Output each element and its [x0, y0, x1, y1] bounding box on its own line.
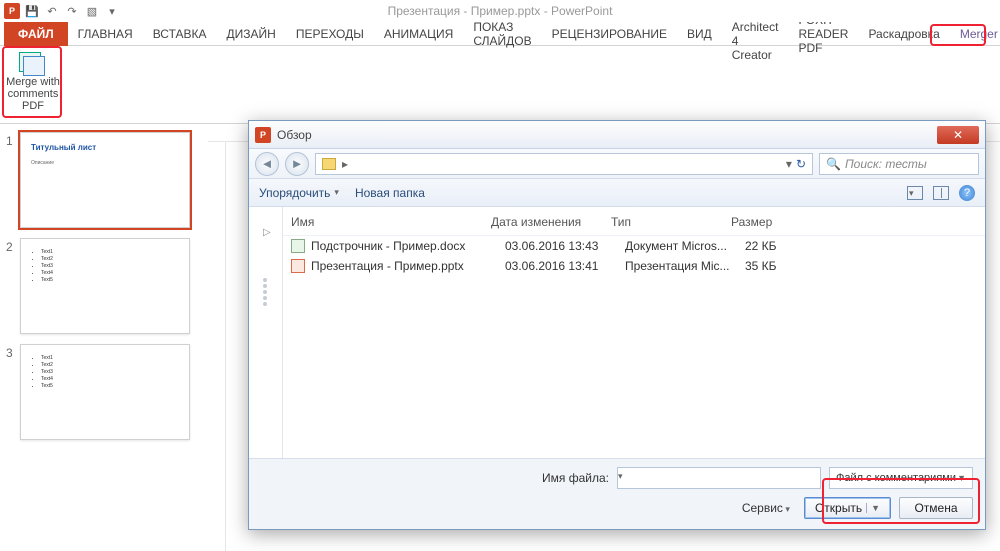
tools-dropdown[interactable]: Сервис [742, 501, 790, 515]
col-size[interactable]: Размер [731, 215, 811, 229]
file-name: Презентация - Пример.pptx [311, 259, 505, 273]
col-type[interactable]: Тип [611, 215, 731, 229]
dialog-titlebar[interactable]: P Обзор ✕ [249, 121, 985, 149]
ruler-vertical [208, 142, 226, 551]
tab-home[interactable]: ГЛАВНАЯ [68, 22, 143, 46]
slide-entry-3[interactable]: 3 Text1 Text2 Text3 Text4 Text5 [6, 344, 202, 440]
slide-thumbnails-pane[interactable]: 1 Титульный лист Описание 2 Text1 Text2 … [0, 124, 208, 551]
pptx-icon [291, 259, 305, 273]
search-placeholder: Поиск: тесты [845, 157, 927, 171]
start-slideshow-icon[interactable]: ▧ [84, 3, 100, 19]
dialog-nav-bar: ◄ ► ▸ ▾ ↻ 🔍 Поиск: тесты [249, 149, 985, 179]
dialog-title: Обзор [277, 128, 312, 142]
list-header[interactable]: Имя Дата изменения Тип Размер [283, 213, 985, 236]
merge-icon [17, 50, 49, 74]
file-date: 03.06.2016 13:43 [505, 239, 625, 253]
slide-thumb-2[interactable]: Text1 Text2 Text3 Text4 Text5 [20, 238, 190, 334]
docx-icon [291, 239, 305, 253]
tab-design[interactable]: ДИЗАЙН [217, 22, 286, 46]
open-button[interactable]: Открыть▼ [804, 497, 891, 519]
file-date: 03.06.2016 13:41 [505, 259, 625, 273]
title-bar: P 💾 ↶ ↷ ▧ ▾ Презентация - Пример.pptx - … [0, 0, 1000, 22]
organize-button[interactable]: Упорядочить [259, 186, 339, 200]
filename-label: Имя файла: [261, 471, 609, 485]
ribbon-tabs: ФАЙЛ ГЛАВНАЯ ВСТАВКА ДИЗАЙН ПЕРЕХОДЫ АНИ… [0, 22, 1000, 46]
slide-number: 3 [6, 344, 20, 440]
slide-number: 2 [6, 238, 20, 334]
cancel-button[interactable]: Отмена [899, 497, 973, 519]
slide1-title: Титульный лист [31, 143, 179, 152]
folder-icon [322, 158, 336, 170]
file-row[interactable]: Презентация - Пример.pptx 03.06.2016 13:… [283, 256, 985, 276]
refresh-icon[interactable]: ↻ [796, 157, 806, 171]
filename-input[interactable] [617, 467, 821, 489]
slide-thumb-1[interactable]: Титульный лист Описание [20, 132, 190, 228]
tab-insert[interactable]: ВСТАВКА [143, 22, 217, 46]
merge-label-2: comments [6, 88, 60, 100]
redo-icon[interactable]: ↷ [64, 3, 80, 19]
file-type: Презентация Mic... [625, 259, 745, 273]
help-icon[interactable]: ? [959, 185, 975, 201]
col-date[interactable]: Дата изменения [491, 215, 611, 229]
tab-pdf-architect[interactable]: PDF Architect 4 Creator [722, 22, 789, 46]
save-icon[interactable]: 💾 [24, 3, 40, 19]
tab-merger[interactable]: Merger [950, 22, 1000, 46]
tab-view[interactable]: ВИД [677, 22, 722, 46]
app-icon[interactable]: P [4, 3, 20, 19]
nav-tree[interactable]: ▷ [249, 207, 283, 458]
file-name: Подстрочник - Пример.docx [311, 239, 505, 253]
preview-pane-button[interactable] [933, 186, 949, 200]
qat-customize-icon[interactable]: ▾ [104, 3, 120, 19]
nav-forward-button[interactable]: ► [285, 152, 309, 176]
file-type: Документ Micros... [625, 239, 745, 253]
merge-with-comments-button[interactable]: Merge with comments PDF [6, 50, 60, 112]
slide-entry-2[interactable]: 2 Text1 Text2 Text3 Text4 Text5 [6, 238, 202, 334]
quick-access-toolbar: P 💾 ↶ ↷ ▧ ▾ [0, 3, 120, 19]
dialog-footer: Имя файла: Файл с комментариями (*.ppt ▼… [249, 458, 985, 529]
tab-review[interactable]: РЕЦЕНЗИРОВАНИЕ [542, 22, 677, 46]
pane-splitter[interactable] [263, 278, 269, 318]
file-type-filter[interactable]: Файл с комментариями (*.ppt ▼ [829, 467, 973, 489]
dialog-app-icon: P [255, 127, 271, 143]
address-bar[interactable]: ▸ ▾ ↻ [315, 153, 813, 175]
view-options-button[interactable] [907, 186, 923, 200]
slide-entry-1[interactable]: 1 Титульный лист Описание [6, 132, 202, 228]
col-name[interactable]: Имя [291, 215, 491, 229]
dialog-body: ▷ Имя Дата изменения Тип Размер Подстроч… [249, 207, 985, 458]
tab-animations[interactable]: АНИМАЦИЯ [374, 22, 463, 46]
undo-icon[interactable]: ↶ [44, 3, 60, 19]
tab-transitions[interactable]: ПЕРЕХОДЫ [286, 22, 374, 46]
tree-expand-icon[interactable]: ▷ [263, 227, 271, 238]
new-folder-button[interactable]: Новая папка [355, 186, 425, 200]
search-box[interactable]: 🔍 Поиск: тесты [819, 153, 979, 175]
merge-label-1: Merge with [6, 76, 60, 88]
file-list[interactable]: Имя Дата изменения Тип Размер Подстрочни… [283, 207, 985, 458]
search-icon: 🔍 [826, 157, 841, 171]
ribbon-panel: Merge with comments PDF [0, 46, 1000, 124]
dialog-close-button[interactable]: ✕ [937, 126, 979, 144]
merge-label-3: PDF [6, 100, 60, 112]
tab-foxit[interactable]: FOXIT READER PDF [788, 22, 858, 46]
nav-back-button[interactable]: ◄ [255, 152, 279, 176]
file-size: 35 КБ [745, 259, 825, 273]
file-size: 22 КБ [745, 239, 825, 253]
slide-thumb-3[interactable]: Text1 Text2 Text3 Text4 Text5 [20, 344, 190, 440]
file-row[interactable]: Подстрочник - Пример.docx 03.06.2016 13:… [283, 236, 985, 256]
dialog-toolbar: Упорядочить Новая папка ? [249, 179, 985, 207]
tab-file[interactable]: ФАЙЛ [4, 22, 68, 46]
slide-number: 1 [6, 132, 20, 228]
window-title: Презентация - Пример.pptx - PowerPoint [388, 4, 613, 18]
tab-slideshow[interactable]: ПОКАЗ СЛАЙДОВ [463, 22, 541, 46]
file-open-dialog: P Обзор ✕ ◄ ► ▸ ▾ ↻ 🔍 Поиск: тесты Упоря… [248, 120, 986, 530]
tab-storyboard[interactable]: Раскадровка [858, 22, 949, 46]
